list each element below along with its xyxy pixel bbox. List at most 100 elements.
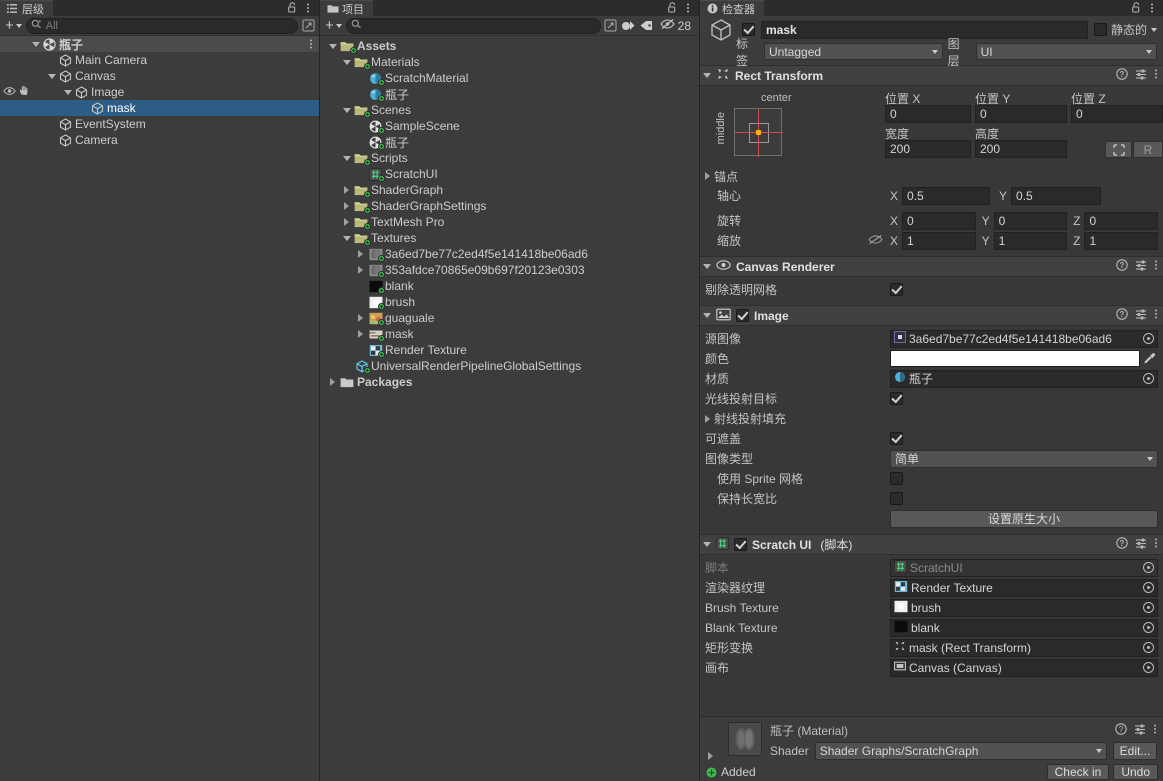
- collapse-toggle-icon[interactable]: [703, 313, 711, 318]
- search-popout-icon[interactable]: [603, 18, 619, 34]
- project-item-blank[interactable]: blank: [320, 278, 699, 294]
- edit-shader-button[interactable]: Edit...: [1113, 742, 1157, 760]
- scratch-ui-objectfield[interactable]: mask (Rect Transform): [890, 638, 1158, 657]
- kebab-menu-icon[interactable]: [1153, 723, 1157, 738]
- rot-y-input[interactable]: 0: [993, 211, 1068, 230]
- project-item-3a6ed7be77c2ed4f5e141418be06ad6[interactable]: 3a6ed7be77c2ed4f5e141418be06ad6: [320, 246, 699, 262]
- preset-icon[interactable]: [1135, 537, 1147, 552]
- width-input[interactable]: 200: [885, 140, 971, 158]
- chevron-down-icon[interactable]: [340, 235, 353, 241]
- hierarchy-item-Camera[interactable]: Camera: [0, 132, 319, 148]
- scratch-ui-objectfield[interactable]: Canvas (Canvas): [890, 658, 1158, 677]
- image-type-dropdown[interactable]: 简单: [890, 449, 1158, 468]
- material-objectfield[interactable]: 瓶子: [890, 369, 1158, 388]
- hierarchy-item-Main Camera[interactable]: Main Camera: [0, 52, 319, 68]
- collapse-toggle-icon[interactable]: [703, 542, 711, 547]
- project-item-Textures[interactable]: Textures: [320, 230, 699, 246]
- preset-icon[interactable]: [1135, 68, 1147, 83]
- raw-edit-button[interactable]: R: [1133, 141, 1163, 158]
- visibility-eye-icon[interactable]: [3, 85, 16, 99]
- project-item-SampleScene[interactable]: SampleScene: [320, 118, 699, 134]
- component-header-scratch-ui[interactable]: Scratch UI (脚本) ?: [700, 534, 1163, 555]
- kebab-menu-icon[interactable]: [1154, 537, 1158, 552]
- height-input[interactable]: 200: [975, 140, 1067, 158]
- tag-dropdown[interactable]: Untagged: [764, 43, 943, 60]
- undo-vcs-button[interactable]: Undo: [1113, 764, 1158, 780]
- pos-y-input[interactable]: 0: [975, 105, 1067, 123]
- collapse-toggle-icon[interactable]: [703, 264, 711, 269]
- chevron-right-icon[interactable]: [354, 266, 367, 274]
- shader-dropdown[interactable]: Shader Graphs/ScratchGraph: [814, 742, 1107, 760]
- use-sprite-mesh-checkbox[interactable]: [890, 472, 903, 485]
- blueprint-mode-button[interactable]: [1105, 141, 1132, 158]
- chevron-down-icon[interactable]: [340, 155, 353, 161]
- chevron-right-icon[interactable]: [354, 314, 367, 322]
- pivot-y-input[interactable]: 0.5: [1011, 186, 1102, 205]
- tab-hierarchy[interactable]: 层级: [0, 0, 53, 16]
- kebab-menu-icon[interactable]: [1154, 68, 1158, 83]
- chevron-right-icon[interactable]: [340, 202, 353, 210]
- rot-x-input[interactable]: 0: [902, 211, 976, 230]
- raycast-target-checkbox[interactable]: [890, 392, 903, 405]
- object-picker-icon[interactable]: [1140, 600, 1157, 616]
- set-native-size-button[interactable]: 设置原生大小: [890, 509, 1158, 528]
- tab-project[interactable]: 项目: [320, 0, 373, 16]
- help-icon[interactable]: ?: [1116, 68, 1128, 83]
- project-tree[interactable]: Assets Materials ScratchMaterial 瓶子 Scenes Sa…: [320, 36, 699, 781]
- chevron-right-icon[interactable]: [326, 378, 339, 386]
- gameobject-name-input[interactable]: mask: [761, 20, 1088, 39]
- project-item-brush[interactable]: brush: [320, 294, 699, 310]
- object-picker-icon[interactable]: [1140, 620, 1157, 636]
- lock-icon[interactable]: [665, 1, 679, 15]
- lock-icon[interactable]: [285, 1, 299, 15]
- component-header-rect-transform[interactable]: Rect Transform ?: [700, 65, 1163, 86]
- help-icon[interactable]: ?: [1116, 308, 1128, 323]
- object-picker-icon[interactable]: [1140, 371, 1157, 387]
- filter-by-label-icon[interactable]: [639, 18, 655, 34]
- scale-y-input[interactable]: 1: [993, 231, 1068, 250]
- kebab-menu-icon[interactable]: [1154, 308, 1158, 323]
- preset-icon[interactable]: [1134, 723, 1146, 738]
- project-item-瓶子[interactable]: 瓶子: [320, 86, 699, 102]
- material-foldout[interactable]: [708, 722, 720, 760]
- pos-x-input[interactable]: 0: [885, 105, 971, 123]
- tab-inspector[interactable]: 检查器: [700, 0, 764, 16]
- filter-by-type-icon[interactable]: [621, 18, 637, 34]
- project-search-input[interactable]: [345, 17, 601, 34]
- search-popout-icon[interactable]: [300, 18, 316, 34]
- anchor-preset-button[interactable]: [734, 108, 783, 157]
- rot-z-input[interactable]: 0: [1084, 211, 1159, 230]
- source-image-objectfield[interactable]: 3a6ed7be77c2ed4f5e141418be06ad6: [890, 329, 1158, 348]
- constrain-proportions-icon[interactable]: [868, 234, 890, 248]
- project-item-ShaderGraphSettings[interactable]: ShaderGraphSettings: [320, 198, 699, 214]
- component-header-canvas-renderer[interactable]: Canvas Renderer ?: [700, 256, 1163, 277]
- chevron-down-icon[interactable]: [62, 89, 74, 95]
- project-item-mask[interactable]: mask: [320, 326, 699, 342]
- project-item-Render Texture[interactable]: Render Texture: [320, 342, 699, 358]
- kebab-menu-icon[interactable]: [309, 38, 313, 53]
- kebab-menu-icon[interactable]: [681, 1, 695, 15]
- pivot-x-input[interactable]: 0.5: [902, 186, 991, 205]
- preserve-aspect-checkbox[interactable]: [890, 492, 903, 505]
- chevron-down-icon[interactable]: [340, 59, 353, 65]
- kebab-menu-icon[interactable]: [301, 1, 315, 15]
- scratch-ui-enabled-checkbox[interactable]: [734, 538, 747, 551]
- scale-x-input[interactable]: 1: [902, 231, 976, 250]
- preset-icon[interactable]: [1135, 308, 1147, 323]
- hierarchy-tree[interactable]: 瓶子 Main Camera Canvas Image mask EventSystem C…: [0, 36, 319, 781]
- raycast-padding-foldout[interactable]: 射线投射填充: [705, 410, 890, 427]
- chevron-right-icon[interactable]: [354, 250, 367, 258]
- check-in-button[interactable]: Check in: [1046, 764, 1110, 780]
- project-item-ScratchUI[interactable]: ScratchUI: [320, 166, 699, 182]
- project-item-Assets[interactable]: Assets: [320, 38, 699, 54]
- project-item-Packages[interactable]: Packages: [320, 374, 699, 390]
- hierarchy-search-input[interactable]: All: [25, 17, 298, 34]
- chevron-down-icon[interactable]: [1151, 27, 1157, 32]
- chevron-right-icon[interactable]: [340, 218, 353, 226]
- hidden-packages-count[interactable]: 28: [657, 18, 696, 33]
- collapse-toggle-icon[interactable]: [703, 73, 711, 78]
- hierarchy-item-Image[interactable]: Image: [0, 84, 319, 100]
- hierarchy-item-mask[interactable]: mask: [0, 100, 319, 116]
- component-header-image[interactable]: Image ?: [700, 305, 1163, 326]
- chevron-down-icon[interactable]: [326, 43, 339, 49]
